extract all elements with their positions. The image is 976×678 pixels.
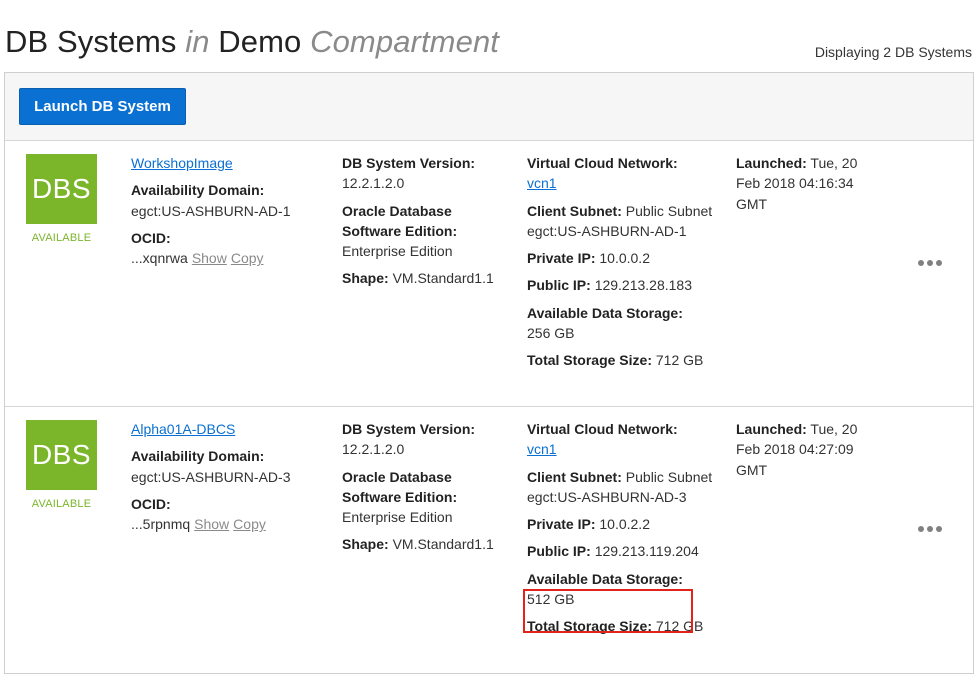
- shape-label: Shape:: [342, 536, 389, 553]
- dot-icon: [918, 526, 924, 532]
- version-column: DB System Version: 12.2.1.2.0 Oracle Dat…: [342, 153, 512, 296]
- availability-domain: Availability Domain: egct:US-ASHBURN-AD-…: [131, 180, 316, 221]
- identity-column: WorkshopImage Availability Domain: egct:…: [131, 153, 316, 275]
- edition-label: Oracle Database Software Edition:: [342, 202, 458, 239]
- db-system-name-link[interactable]: Alpha01A-DBCS: [131, 421, 235, 437]
- status-badge: AVAILABLE: [31, 498, 92, 510]
- db-system-row: DBS AVAILABLE WorkshopImage Availability…: [5, 141, 973, 407]
- launched-column: Launched: Tue, 20 Feb 2018 04:16:34 GMT: [736, 153, 881, 214]
- launched-label: Launched:: [736, 155, 807, 171]
- dot-icon: [936, 260, 942, 266]
- db-system-version-value: 12.2.1.2.0: [342, 175, 405, 192]
- available-storage-label: Available Data Storage:: [527, 304, 683, 321]
- availability-domain: Availability Domain: egct:US-ASHBURN-AD-…: [131, 446, 316, 487]
- shape-label: Shape:: [342, 270, 389, 287]
- page-title: DB Systems in Demo Compartment: [5, 22, 499, 62]
- private-ip-value: 10.0.0.2: [599, 250, 650, 267]
- more-actions-icon[interactable]: [913, 254, 947, 272]
- ocid-label: OCID:: [131, 229, 171, 246]
- title-in: in: [185, 24, 210, 59]
- vcn-label: Virtual Cloud Network:: [527, 155, 678, 171]
- total-storage-label: Total Storage Size:: [527, 352, 652, 369]
- private-ip-label: Private IP:: [527, 250, 596, 267]
- dbs-icon: DBS: [26, 420, 97, 490]
- db-system-row: DBS AVAILABLE Alpha01A-DBCS Availability…: [5, 407, 973, 673]
- edition-value: Enterprise Edition: [342, 243, 453, 260]
- db-system-version-label: DB System Version:: [342, 155, 476, 171]
- client-subnet-label: Client Subnet:: [527, 468, 622, 485]
- ocid: OCID: ...5rpnmq Show Copy: [131, 494, 316, 535]
- dot-icon: [927, 260, 933, 266]
- edition-label: Oracle Database Software Edition:: [342, 468, 458, 505]
- version-column: DB System Version: 12.2.1.2.0 Oracle Dat…: [342, 419, 512, 562]
- dbs-icon: DBS: [26, 154, 97, 224]
- shape-value: VM.Standard1.1: [392, 536, 494, 553]
- db-system-version-label: DB System Version:: [342, 421, 476, 437]
- available-storage-value: 256 GB: [527, 325, 575, 342]
- shape-value: VM.Standard1.1: [392, 270, 494, 287]
- private-ip-value: 10.0.2.2: [599, 516, 650, 533]
- db-system-name-link[interactable]: WorkshopImage: [131, 155, 233, 171]
- total-storage-label: Total Storage Size:: [527, 618, 652, 635]
- dot-icon: [936, 526, 942, 532]
- client-subnet-label: Client Subnet:: [527, 202, 622, 219]
- db-systems-panel: Launch DB System DBS AVAILABLE WorkshopI…: [4, 72, 974, 674]
- edition-value: Enterprise Edition: [342, 509, 453, 526]
- launched-column: Launched: Tue, 20 Feb 2018 04:27:09 GMT: [736, 419, 881, 480]
- more-actions-icon[interactable]: [913, 520, 947, 538]
- ocid-show-link[interactable]: Show: [192, 250, 227, 266]
- ocid-copy-link[interactable]: Copy: [231, 250, 264, 266]
- network-column: Virtual Cloud Network: vcn1 Client Subne…: [527, 153, 717, 378]
- dot-icon: [927, 526, 933, 532]
- ocid-value: ...5rpnmq: [131, 516, 191, 533]
- launch-db-system-button[interactable]: Launch DB System: [19, 88, 186, 125]
- toolbar: Launch DB System: [5, 73, 973, 141]
- title-main: DB Systems: [5, 24, 177, 59]
- available-storage-label: Available Data Storage:: [527, 570, 683, 587]
- status-badge: AVAILABLE: [31, 232, 92, 244]
- public-ip-value: 129.213.119.204: [594, 543, 699, 560]
- ocid: OCID: ...xqnrwa Show Copy: [131, 228, 316, 269]
- vcn-link[interactable]: vcn1: [527, 175, 557, 191]
- dot-icon: [918, 260, 924, 266]
- private-ip-label: Private IP:: [527, 516, 596, 533]
- ocid-copy-link[interactable]: Copy: [233, 516, 266, 532]
- availability-domain-value: egct:US-ASHBURN-AD-1: [131, 202, 291, 219]
- ocid-value: ...xqnrwa: [131, 250, 188, 267]
- ocid-label: OCID:: [131, 495, 171, 512]
- public-ip-label: Public IP:: [527, 543, 591, 560]
- display-count: Displaying 2 DB Systems: [814, 44, 972, 60]
- public-ip-label: Public IP:: [527, 277, 591, 294]
- vcn-label: Virtual Cloud Network:: [527, 421, 678, 437]
- compartment-word: Compartment: [310, 24, 499, 59]
- total-storage-value: 712 GB: [655, 352, 704, 369]
- availability-domain-label: Availability Domain:: [131, 182, 265, 199]
- ocid-show-link[interactable]: Show: [194, 516, 229, 532]
- total-storage-value: 712 GB: [655, 618, 704, 635]
- vcn-link[interactable]: vcn1: [527, 441, 557, 457]
- public-ip-value: 129.213.28.183: [594, 277, 693, 294]
- availability-domain-label: Availability Domain:: [131, 448, 265, 465]
- availability-domain-value: egct:US-ASHBURN-AD-3: [131, 468, 291, 485]
- available-storage-value: 512 GB: [527, 591, 575, 608]
- identity-column: Alpha01A-DBCS Availability Domain: egct:…: [131, 419, 316, 541]
- launched-label: Launched:: [736, 421, 807, 437]
- db-system-version-value: 12.2.1.2.0: [342, 441, 405, 458]
- compartment-name: Demo: [218, 24, 302, 59]
- network-column: Virtual Cloud Network: vcn1 Client Subne…: [527, 419, 717, 644]
